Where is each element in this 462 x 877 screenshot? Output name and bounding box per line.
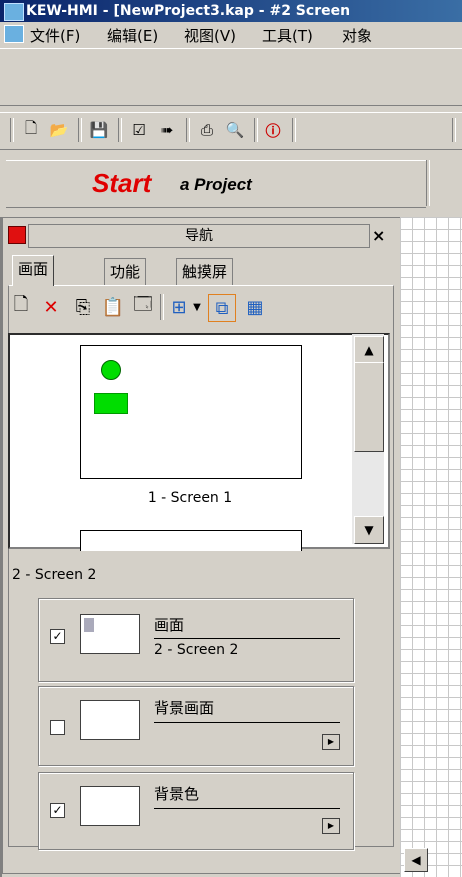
toolbar-separator <box>118 118 122 142</box>
scroll-left-icon[interactable]: ◀ <box>404 848 428 872</box>
paste-icon[interactable]: 📋 <box>100 294 126 320</box>
toolbar-separator <box>78 118 82 142</box>
grid-icon[interactable]: ▦ <box>242 294 268 320</box>
background-screen-preview <box>80 700 140 740</box>
rectangle-object-icon <box>94 393 128 414</box>
toolbar-row-empty <box>0 48 462 106</box>
mini-preview-icon <box>84 618 94 632</box>
menu-edit[interactable]: 编辑(E) <box>107 25 158 46</box>
divider <box>154 638 340 639</box>
menu-tools[interactable]: 工具(T) <box>262 25 313 46</box>
background-color-title: 背景色 <box>154 785 200 803</box>
scroll-up-icon[interactable]: ▲ <box>354 336 384 364</box>
check-icon[interactable]: ☑ <box>128 119 150 141</box>
toolbar-separator <box>292 118 296 142</box>
close-icon[interactable]: × <box>372 226 385 245</box>
screen-thumbnail[interactable] <box>80 530 302 551</box>
toolbar-separator <box>254 118 258 142</box>
background-screen-title: 背景画面 <box>154 699 215 717</box>
menu-file[interactable]: 文件(F) <box>30 25 80 46</box>
divider <box>154 808 340 809</box>
chevron-down-icon[interactable]: ▼ <box>190 294 204 320</box>
print-icon[interactable]: ⎙ <box>196 119 218 141</box>
copy-icon[interactable]: ⎘ <box>70 294 96 320</box>
new-file-icon[interactable]: 🗋 <box>20 119 42 141</box>
toolbar-separator <box>186 118 190 142</box>
toolbar-grip <box>10 118 14 142</box>
scroll-thumb[interactable] <box>354 362 384 452</box>
save-icon[interactable]: 💾 <box>88 119 110 141</box>
screen-group-title: 画面 <box>154 616 185 634</box>
menu-bar: 文件(F) 编辑(E) 视图(V) 工具(T) 对象 <box>0 22 462 46</box>
divider <box>154 722 340 723</box>
scroll-down-icon[interactable]: ▼ <box>354 516 384 544</box>
properties-icon[interactable]: 🗔 <box>130 294 156 320</box>
chevron-right-icon[interactable]: ▶ <box>322 818 340 834</box>
menu-view[interactable]: 视图(V) <box>184 25 236 46</box>
open-folder-icon[interactable]: 📂 <box>48 119 70 141</box>
view-icon[interactable]: ⊞ <box>166 294 192 320</box>
background-color-preview <box>80 786 140 826</box>
delete-icon[interactable]: ✕ <box>38 294 64 320</box>
background-screen-checkbox[interactable] <box>50 720 65 735</box>
current-screen-label: 2 - Screen 2 <box>12 567 97 583</box>
project-label[interactable]: a Project <box>180 175 252 195</box>
circle-object-icon <box>101 360 121 380</box>
navigation-title[interactable]: 导航 <box>28 224 370 248</box>
app-icon <box>4 3 24 21</box>
screen-checkbox[interactable]: ✓ <box>50 629 65 644</box>
layout-icon[interactable]: ⧉ <box>208 294 236 322</box>
screen-canvas[interactable] <box>400 217 462 877</box>
preview-icon[interactable]: 🔍 <box>224 119 246 141</box>
toolbar-separator <box>160 294 164 320</box>
info-icon[interactable]: ⓘ <box>262 119 284 141</box>
panel-color-icon <box>8 226 26 244</box>
start-label[interactable]: Start <box>92 168 151 199</box>
tab-touchscreen[interactable]: 触摸屏 <box>176 258 234 285</box>
new-screen-icon[interactable]: 🗋 <box>8 294 34 320</box>
toolbar-separator <box>452 118 456 142</box>
toolbar-separator <box>426 160 430 206</box>
run-icon[interactable]: ➠ <box>156 119 178 141</box>
window-title: KEW-HMI - [NewProject3.kap - #2 Screen <box>26 3 351 19</box>
screen-group-subtitle: 2 - Screen 2 <box>154 642 239 658</box>
background-color-checkbox[interactable]: ✓ <box>50 803 65 818</box>
document-icon[interactable] <box>4 25 24 43</box>
chevron-right-icon[interactable]: ▶ <box>322 734 340 750</box>
window-title-bar: KEW-HMI - [NewProject3.kap - #2 Screen <box>0 0 462 22</box>
thumbnail-label: 1 - Screen 1 <box>147 490 233 506</box>
menu-object[interactable]: 对象 <box>342 25 372 46</box>
tab-function[interactable]: 功能 <box>104 258 147 285</box>
tab-screen[interactable]: 画面 <box>12 255 55 286</box>
